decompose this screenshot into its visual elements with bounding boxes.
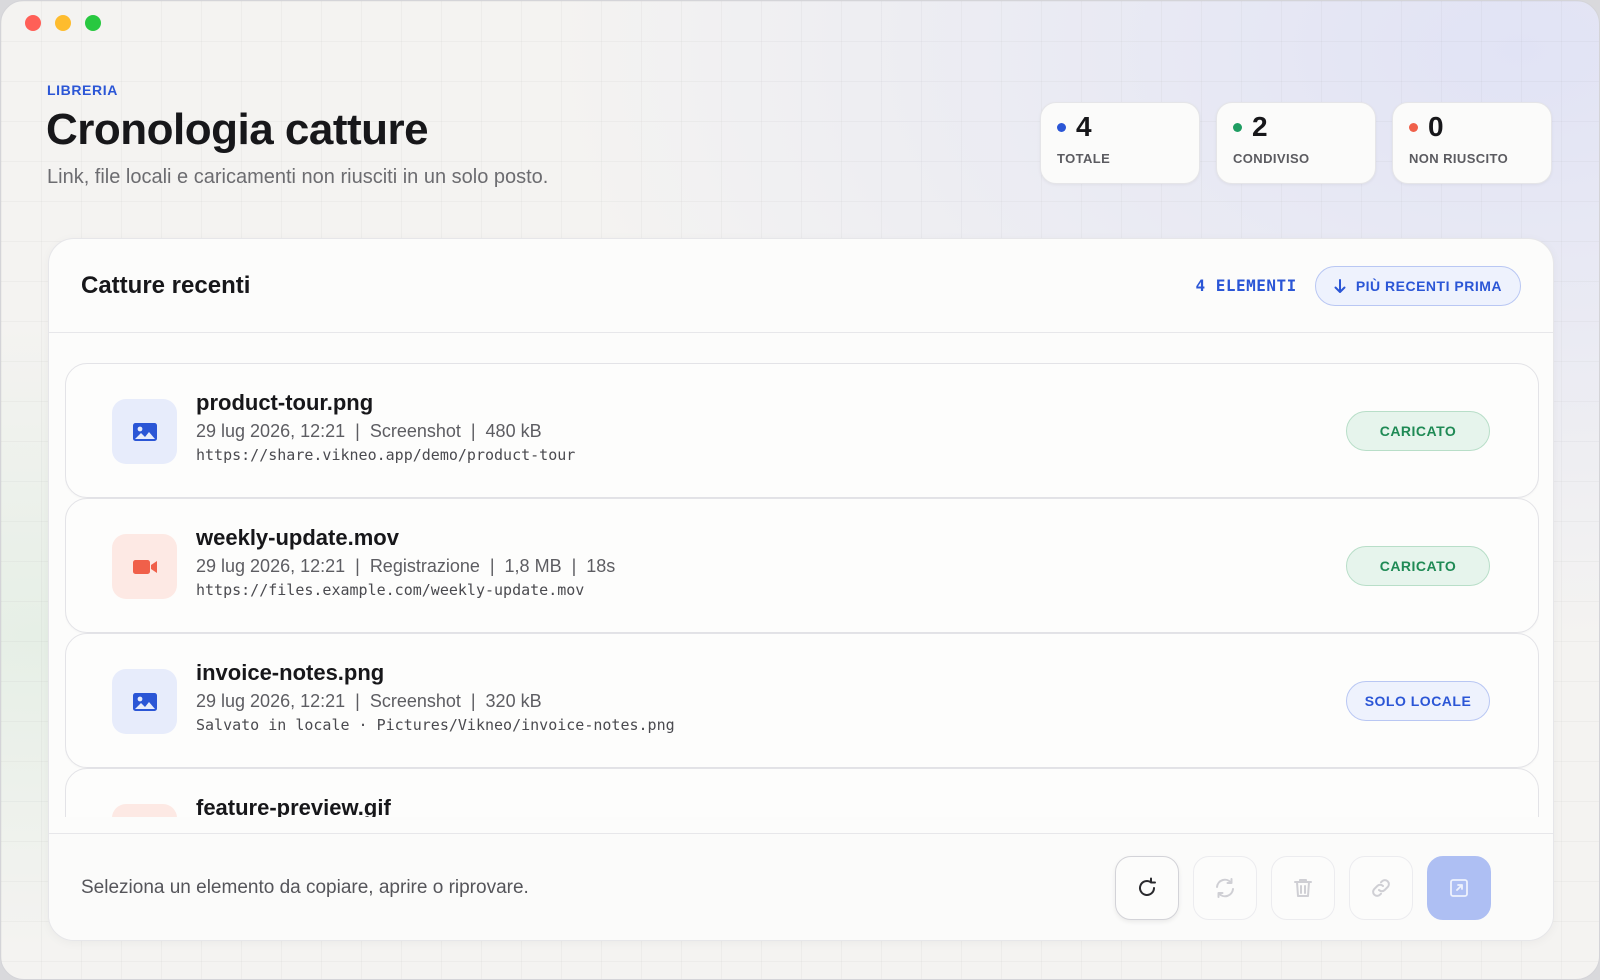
file-meta: 29 lug 2026, 12:21 | Registrazione | 1,8… xyxy=(196,556,616,576)
open-external-icon xyxy=(1450,879,1468,897)
stat-card-failed: 0 NON RIUSCITO xyxy=(1392,102,1552,184)
stat-value: 4 xyxy=(1076,111,1092,142)
image-icon xyxy=(132,422,157,441)
captures-list[interactable]: product-tour.png 29 lug 2026, 12:21 | Sc… xyxy=(65,363,1539,817)
close-window-button[interactable] xyxy=(25,15,41,31)
capture-row[interactable]: invoice-notes.png 29 lug 2026, 12:21 | S… xyxy=(65,633,1539,768)
open-button[interactable] xyxy=(1427,856,1491,920)
sort-button-label: PIÙ RECENTI PRIMA xyxy=(1355,277,1502,294)
file-url: https://share.vikneo.app/demo/product-to… xyxy=(196,446,576,464)
video-icon xyxy=(132,559,157,574)
status-dot xyxy=(1233,122,1242,132)
capture-row[interactable]: feature-preview.gif xyxy=(65,768,1539,817)
retry-button[interactable] xyxy=(1193,856,1257,920)
stat-value: 2 xyxy=(1252,111,1268,142)
item-count: 4 ELEMENTI xyxy=(1195,276,1297,295)
app-window: LIBRERIA Cronologia catture Link, file l… xyxy=(0,0,1600,980)
refresh-icon xyxy=(1139,877,1156,896)
refresh-button[interactable] xyxy=(1115,856,1179,920)
minimize-window-button[interactable] xyxy=(55,15,71,31)
stat-label: NON RIUSCITO xyxy=(1409,151,1509,166)
status-dot xyxy=(1057,122,1066,132)
stat-value: 0 xyxy=(1428,111,1444,142)
stat-card-shared: 2 CONDIVISO xyxy=(1216,102,1376,184)
section-eyebrow: LIBRERIA xyxy=(47,82,118,98)
status-dot xyxy=(1409,122,1418,132)
captures-panel: Catture recenti 4 ELEMENTI PIÙ RECENTI P… xyxy=(48,238,1554,941)
page-title: Cronologia catture xyxy=(46,105,429,154)
panel-header: Catture recenti 4 ELEMENTI PIÙ RECENTI P… xyxy=(49,239,1553,333)
action-toolbar xyxy=(1115,856,1491,920)
capture-row[interactable]: product-tour.png 29 lug 2026, 12:21 | Sc… xyxy=(65,363,1539,498)
sort-button[interactable]: PIÙ RECENTI PRIMA xyxy=(1314,265,1521,306)
selection-hint: Seleziona un elemento da copiare, aprire… xyxy=(81,877,529,898)
delete-button[interactable] xyxy=(1271,856,1335,920)
file-url: https://files.example.com/weekly-update.… xyxy=(196,581,585,599)
stat-label: TOTALE xyxy=(1057,151,1111,166)
file-meta: 29 lug 2026, 12:21 | Screenshot | 480 kB xyxy=(196,421,542,441)
panel-footer: Seleziona un elemento da copiare, aprire… xyxy=(49,833,1553,940)
thumbnail xyxy=(112,534,177,599)
stat-card-total: 4 TOTALE xyxy=(1040,102,1200,184)
status-badge: CARICATO xyxy=(1346,411,1490,451)
capture-row[interactable]: weekly-update.mov 29 lug 2026, 12:21 | R… xyxy=(65,498,1539,633)
file-meta: 29 lug 2026, 12:21 | Screenshot | 320 kB xyxy=(196,691,542,711)
file-name: product-tour.png xyxy=(196,390,374,415)
stat-label: CONDIVISO xyxy=(1233,151,1310,166)
link-icon xyxy=(1372,879,1390,897)
maximize-window-button[interactable] xyxy=(85,15,101,31)
file-name: invoice-notes.png xyxy=(196,660,385,685)
page-subtitle: Link, file locali e caricamenti non rius… xyxy=(47,166,549,188)
stats-summary: 4 TOTALE 2 CONDIVISO 0 NON RIUSCITO xyxy=(1040,102,1552,184)
status-badge: SOLO LOCALE xyxy=(1346,681,1490,721)
arrow-down-icon xyxy=(1334,278,1346,293)
thumbnail xyxy=(112,669,177,734)
copy-link-button[interactable] xyxy=(1349,856,1413,920)
window-controls xyxy=(25,15,101,31)
trash-icon xyxy=(1294,879,1312,897)
retry-icon xyxy=(1216,878,1234,898)
file-name: weekly-update.mov xyxy=(196,525,399,550)
panel-title: Catture recenti xyxy=(81,271,251,299)
thumbnail xyxy=(112,804,177,817)
file-url: Salvato in locale · Pictures/Vikneo/invo… xyxy=(196,716,675,734)
file-name: feature-preview.gif xyxy=(196,795,391,817)
thumbnail xyxy=(112,399,177,464)
status-badge: CARICATO xyxy=(1346,546,1490,586)
image-icon xyxy=(132,692,157,711)
